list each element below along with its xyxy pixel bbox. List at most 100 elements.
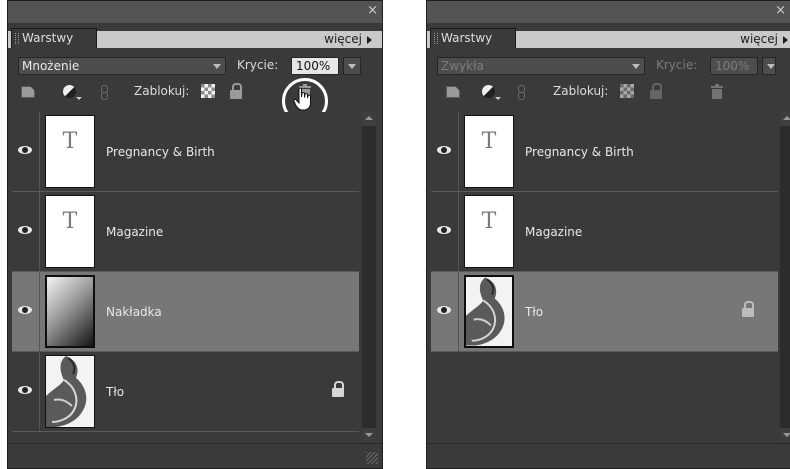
tab-label: Warstwy bbox=[22, 31, 74, 45]
panel-title-strip: × bbox=[8, 1, 382, 23]
eye-icon[interactable] bbox=[437, 225, 451, 235]
row-divider bbox=[458, 192, 459, 272]
row-divider bbox=[458, 112, 459, 192]
layer-row[interactable]: T Pregnancy & Birth bbox=[431, 112, 778, 192]
layers-panel-before: × Warstwy więcej Mnożenie Krycie: 100% Z… bbox=[7, 0, 383, 469]
chevron-down-icon bbox=[213, 64, 221, 69]
eye-icon[interactable] bbox=[18, 145, 32, 155]
layer-thumbnail: T bbox=[45, 195, 95, 268]
text-layer-glyph: T bbox=[481, 129, 497, 154]
close-icon[interactable]: × bbox=[367, 4, 378, 17]
more-label: więcej bbox=[740, 32, 778, 46]
lock-icon[interactable] bbox=[648, 82, 664, 100]
layer-row[interactable]: T Magazine bbox=[12, 192, 359, 272]
layer-row-selected[interactable]: Nakładka bbox=[12, 272, 359, 352]
opacity-input[interactable]: 100% bbox=[291, 57, 339, 75]
lock-icon bbox=[330, 380, 346, 398]
scroll-down-arrow-icon[interactable] bbox=[780, 428, 790, 442]
eye-icon[interactable] bbox=[437, 145, 451, 155]
row-divider bbox=[458, 272, 459, 352]
scroll-up-arrow-icon[interactable] bbox=[780, 112, 790, 126]
layer-list: T Pregnancy & Birth T Magazine Nakładka bbox=[12, 112, 359, 442]
vertical-scrollbar[interactable] bbox=[780, 112, 790, 442]
text-layer-glyph: T bbox=[62, 209, 78, 234]
layers-panel-after: × Warstwy więcej Zwykła Krycie: 100% Zab… bbox=[426, 0, 790, 469]
layer-thumbnail: T bbox=[464, 195, 514, 268]
row-divider bbox=[39, 272, 40, 352]
arrow-right-icon bbox=[367, 35, 372, 44]
row-divider bbox=[39, 352, 40, 432]
layer-row-selected[interactable]: Tło bbox=[431, 272, 778, 352]
layer-thumbnail: T bbox=[45, 115, 95, 188]
eye-icon[interactable] bbox=[18, 305, 32, 315]
layer-list: T Pregnancy & Birth T Magazine Tło bbox=[431, 112, 778, 442]
layer-row[interactable]: T Magazine bbox=[431, 192, 778, 272]
new-layer-icon[interactable] bbox=[20, 84, 36, 100]
opacity-value: 100% bbox=[715, 59, 750, 73]
lock-label: Zablokuj: bbox=[553, 84, 609, 98]
text-layer-glyph: T bbox=[62, 129, 78, 154]
link-icon[interactable] bbox=[96, 84, 112, 100]
row-divider bbox=[39, 192, 40, 272]
panel-status-bar bbox=[427, 443, 790, 468]
vertical-scrollbar[interactable] bbox=[362, 112, 376, 442]
opacity-dropdown-button[interactable] bbox=[343, 57, 361, 75]
panel-title-strip: × bbox=[427, 1, 790, 23]
panel-status-bar bbox=[8, 443, 382, 468]
eye-icon[interactable] bbox=[18, 225, 32, 235]
layer-name[interactable]: Magazine bbox=[106, 225, 163, 239]
tab-layers[interactable]: Warstwy bbox=[11, 28, 97, 48]
layer-row[interactable]: T Pregnancy & Birth bbox=[12, 112, 359, 192]
pregnant-woman-photo bbox=[46, 356, 94, 427]
hand-pointer-icon bbox=[293, 87, 311, 111]
chevron-down-icon bbox=[632, 64, 640, 69]
pregnant-woman-photo bbox=[466, 277, 512, 346]
checkerboard-lock-icon[interactable] bbox=[620, 84, 634, 98]
layer-name[interactable]: Tło bbox=[525, 305, 543, 319]
blend-mode-select[interactable]: Zwykła bbox=[437, 57, 645, 75]
eye-icon[interactable] bbox=[437, 305, 451, 315]
layer-name[interactable]: Nakładka bbox=[106, 305, 162, 319]
new-layer-icon[interactable] bbox=[445, 84, 461, 100]
blend-mode-value: Mnożenie bbox=[22, 59, 80, 73]
blend-mode-value: Zwykła bbox=[441, 59, 484, 73]
arrow-right-icon bbox=[783, 35, 788, 44]
layer-thumbnail-photo bbox=[45, 355, 95, 428]
blend-mode-select[interactable]: Mnożenie bbox=[18, 57, 226, 75]
layer-name[interactable]: Pregnancy & Birth bbox=[525, 145, 634, 159]
layer-name[interactable]: Tło bbox=[106, 385, 124, 399]
layer-name[interactable]: Magazine bbox=[525, 225, 582, 239]
layer-thumbnail-photo bbox=[464, 275, 514, 348]
checkerboard-lock-icon[interactable] bbox=[201, 84, 215, 98]
lock-icon bbox=[740, 300, 756, 318]
scroll-down-arrow-icon[interactable] bbox=[362, 428, 376, 442]
opacity-dropdown-button[interactable] bbox=[762, 57, 776, 75]
more-label: więcej bbox=[324, 32, 362, 46]
link-icon[interactable] bbox=[513, 84, 529, 100]
adjustment-layer-icon[interactable] bbox=[62, 84, 82, 100]
tab-label: Warstwy bbox=[441, 31, 493, 45]
close-icon[interactable]: × bbox=[775, 4, 786, 17]
opacity-label: Krycie: bbox=[237, 58, 279, 72]
resize-grip-icon[interactable] bbox=[366, 452, 378, 464]
scroll-up-arrow-icon[interactable] bbox=[362, 112, 376, 126]
opacity-label: Krycie: bbox=[656, 58, 698, 72]
grip-icon[interactable] bbox=[434, 33, 438, 44]
layer-name[interactable]: Pregnancy & Birth bbox=[106, 145, 215, 159]
opacity-input[interactable]: 100% bbox=[710, 57, 758, 75]
layer-row[interactable]: Tło bbox=[12, 352, 359, 432]
opacity-value: 100% bbox=[296, 59, 331, 73]
text-layer-glyph: T bbox=[481, 209, 497, 234]
tab-layers[interactable]: Warstwy bbox=[430, 28, 516, 48]
grip-icon[interactable] bbox=[15, 33, 19, 44]
lock-icon[interactable] bbox=[228, 82, 244, 100]
adjustment-layer-icon[interactable] bbox=[481, 84, 501, 100]
eye-icon[interactable] bbox=[18, 385, 32, 395]
more-menu-button[interactable]: więcej bbox=[740, 32, 788, 46]
layer-thumbnail-gradient bbox=[45, 275, 95, 348]
layer-thumbnail: T bbox=[464, 115, 514, 188]
trash-icon[interactable] bbox=[711, 84, 723, 99]
more-menu-button[interactable]: więcej bbox=[324, 32, 372, 46]
lock-label: Zablokuj: bbox=[134, 84, 190, 98]
row-divider bbox=[39, 112, 40, 192]
